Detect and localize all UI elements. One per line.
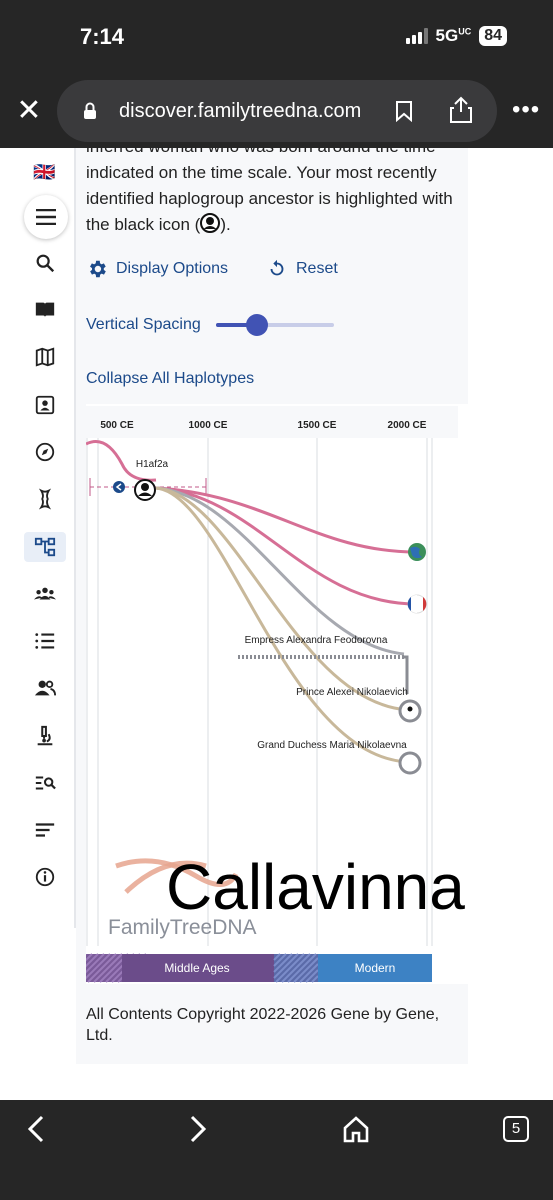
list-icon[interactable] (34, 630, 56, 652)
forward-icon[interactable] (184, 1114, 210, 1144)
search-icon[interactable] (34, 252, 56, 274)
axis-tick-label: 500 CE (100, 420, 134, 431)
signal-icon (405, 28, 428, 44)
network-label: 5GUC (435, 26, 472, 45)
watermark-text: Callavinna (166, 851, 465, 923)
hamburger-icon (36, 209, 56, 225)
info-icon[interactable] (34, 866, 56, 888)
haplogroup-label: H1af2a (136, 459, 169, 470)
close-icon[interactable]: ✕ (14, 96, 44, 126)
tree-icon[interactable] (34, 536, 56, 558)
description-text: inferred woman who was born around the t… (86, 148, 453, 234)
axis-tick-label: 1000 CE (189, 420, 228, 431)
browser-bottom-bar: 5 (0, 1100, 553, 1200)
compass-icon[interactable] (34, 441, 56, 463)
person-node-dot (407, 706, 413, 712)
branch-label: Prince Alexei Nikolaevich (296, 687, 408, 698)
axis-tick-label: 2000 CE (388, 420, 427, 431)
profile-icon[interactable] (34, 394, 56, 416)
share-icon[interactable] (449, 96, 473, 124)
book-icon[interactable] (34, 299, 56, 321)
lock-icon (84, 102, 96, 119)
copyright-text: All Contents Copyright 2022-2026 Gene by… (86, 1006, 440, 1044)
map-icon[interactable] (34, 346, 56, 368)
status-indicators: 5GUC 84 (405, 26, 507, 46)
browser-toolbar: ✕ discover.familytreedna.com ••• (0, 78, 553, 148)
reset-icon (270, 259, 284, 276)
reset-button[interactable]: Reset (266, 258, 338, 280)
ancestor-node-head (141, 483, 149, 491)
vertical-spacing-label: Vertical Spacing (86, 316, 201, 333)
display-options-button[interactable]: Display Options (86, 258, 228, 280)
vertical-spacing-slider[interactable] (216, 314, 334, 336)
haplotree-chart: 500 CE 1000 CE 1500 CE 2000 CE H1af2a Empres… (86, 404, 476, 984)
sort-icon[interactable] (34, 819, 56, 841)
era-label: Middle Ages (164, 961, 229, 975)
right-margin (468, 148, 553, 1100)
collapse-arrow-icon[interactable] (113, 481, 125, 493)
menu-button[interactable] (24, 195, 68, 239)
status-time: 7:14 (80, 24, 125, 49)
collapse-all-link[interactable]: Collapse All Haplotypes (86, 370, 254, 388)
more-icon[interactable]: ••• (512, 96, 540, 124)
sidebar: 🇬🇧 (16, 148, 76, 928)
page-content: inferred woman who was born around the t… (0, 148, 553, 1100)
url-bar[interactable]: discover.familytreedna.com (57, 80, 497, 142)
ancestor-icon (200, 213, 221, 233)
bookmark-icon[interactable] (395, 100, 413, 122)
url-text: discover.familytreedna.com (119, 100, 362, 122)
tabs-button[interactable]: 5 (503, 1116, 529, 1142)
back-icon[interactable] (24, 1114, 50, 1144)
person-node-icon[interactable] (398, 751, 422, 775)
search-list-icon[interactable] (34, 772, 56, 794)
gear-icon (90, 260, 106, 278)
microscope-icon[interactable] (34, 725, 56, 747)
slider-thumb[interactable] (246, 314, 269, 336)
home-icon[interactable] (342, 1114, 370, 1144)
people-icon[interactable] (34, 677, 56, 699)
battery-icon: 84 (479, 26, 507, 46)
era-label: Modern (355, 961, 396, 975)
chromosome-icon[interactable] (34, 488, 56, 510)
branch-label: Grand Duchess Maria Nikolaevna (257, 740, 407, 751)
group-icon[interactable] (34, 583, 56, 605)
axis-tick-label: 1500 CE (298, 420, 337, 431)
status-bar: 7:14 5GUC 84 (0, 0, 553, 78)
flag-icon[interactable]: 🇬🇧 (33, 162, 55, 183)
branch-label: Empress Alexandra Feodorovna (245, 635, 388, 646)
